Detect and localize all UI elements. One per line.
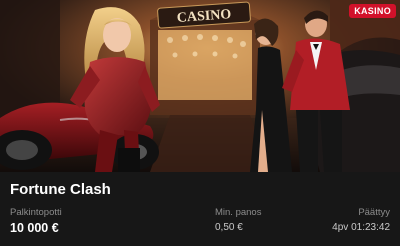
- ends-in-value: 4pv 01:23:42: [332, 222, 390, 233]
- ends-in-label: Päättyy: [358, 207, 390, 218]
- prize-pool-label: Palkintopotti: [10, 207, 62, 218]
- tournament-card[interactable]: CASINO KASINO Fortune Clash Palkintopott…: [0, 0, 400, 246]
- tournament-title: Fortune Clash: [10, 181, 111, 198]
- hero-image: CASINO KASINO: [0, 0, 400, 172]
- min-bet-label: Min. panos: [215, 207, 262, 218]
- prize-pool-value: 10 000 €: [10, 221, 59, 235]
- category-badge: KASINO: [349, 4, 396, 18]
- min-bet-value: 0,50 €: [215, 222, 243, 233]
- tournament-info: Fortune Clash Palkintopotti 10 000 € Min…: [0, 172, 400, 246]
